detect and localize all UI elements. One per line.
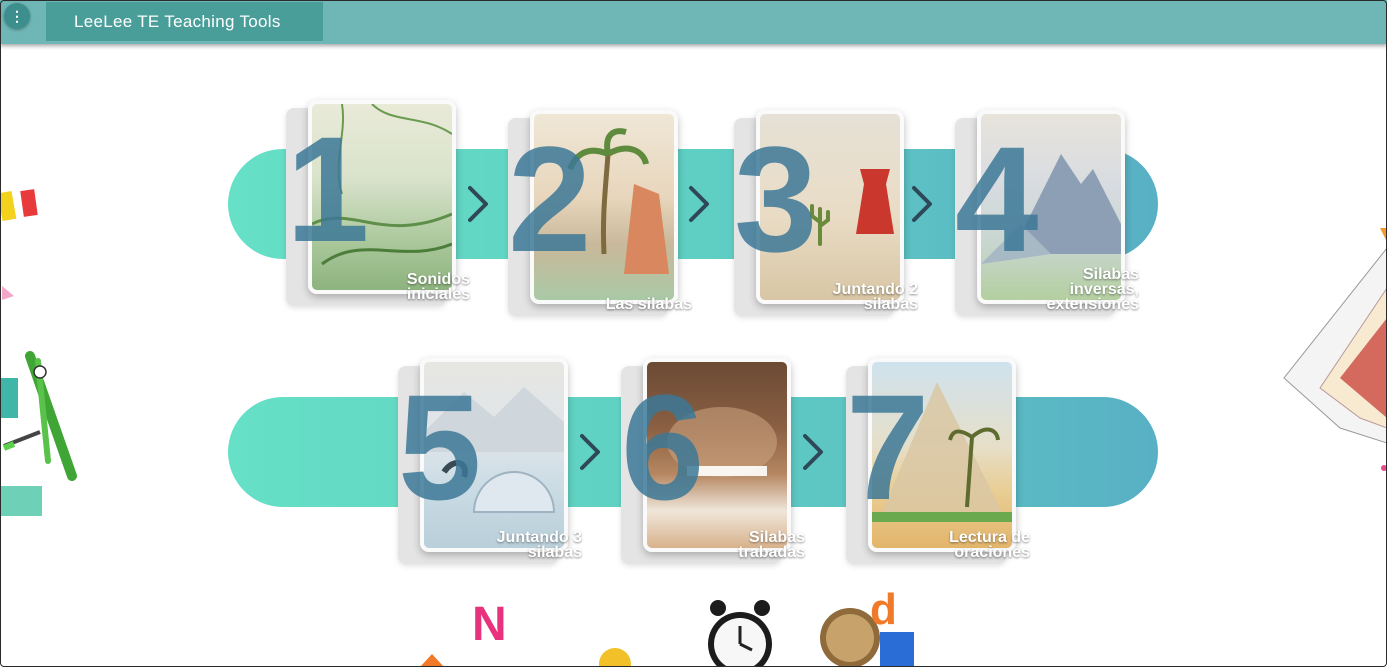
app-title-tab[interactable]: LeeLee TE Teaching Tools	[46, 2, 323, 41]
notebook-right-illustration	[1283, 228, 1387, 471]
level-title: Juntando 3 silabas	[496, 529, 582, 561]
level-card-4[interactable]: 4 Silabas inversas, extensiones	[955, 110, 1147, 320]
svg-text:N: N	[472, 598, 507, 651]
level-title: Sonidos iniciales	[406, 271, 470, 303]
level-number: 1	[286, 105, 370, 273]
level-title: Las silabas	[605, 296, 692, 313]
svg-text:d: d	[870, 588, 897, 634]
school-supplies-left-illustration	[0, 189, 77, 516]
app-title: LeeLee TE Teaching Tools	[74, 11, 281, 31]
level-title: Silabas inversas, extensiones	[1046, 266, 1139, 313]
level-number: 7	[846, 363, 930, 531]
level-number: 3	[734, 115, 818, 283]
level-title: Silabas trabadas	[738, 529, 805, 561]
level-card-1[interactable]: 1 Sonidos iniciales	[286, 100, 478, 310]
level-card-6[interactable]: 6 Silabas trabadas	[621, 358, 813, 568]
level-number: 5	[398, 363, 482, 531]
more-menu-button[interactable]: ⋮	[4, 3, 30, 29]
level-number: 2	[508, 115, 592, 283]
level-number: 4	[955, 115, 1039, 283]
level-card-2[interactable]: 2 Las silabas	[508, 110, 700, 320]
level-card-5[interactable]: 5 Juntando 3 silabas	[398, 358, 590, 568]
level-title: Juntando 2 silabas	[832, 281, 918, 313]
level-card-3[interactable]: 3 Juntando 2 silabas	[734, 110, 926, 320]
top-bar: ⋮ LeeLee TE Teaching Tools	[0, 0, 1387, 44]
level-card-7[interactable]: 7 Lectura de oraciones	[846, 358, 1038, 568]
bottom-supplies-illustration: N d	[420, 588, 914, 667]
level-number: 6	[621, 363, 705, 531]
more-vertical-icon: ⋮	[10, 8, 24, 24]
level-title: Lectura de oraciones	[949, 529, 1030, 561]
